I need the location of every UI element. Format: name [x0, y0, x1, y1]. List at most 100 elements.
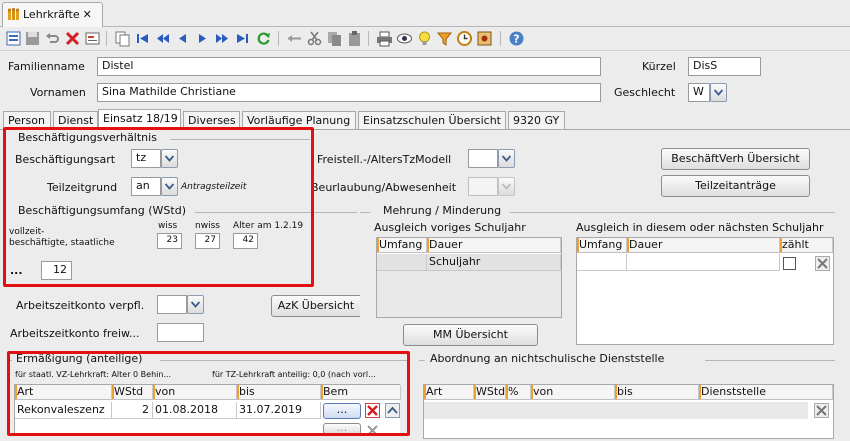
clock-icon[interactable]: [456, 30, 473, 47]
geschlecht-label: Geschlecht: [614, 86, 676, 99]
last-record-icon[interactable]: [234, 30, 251, 47]
arbeitszeitkonto-freiw-label: Arbeitszeitkonto freiw...: [10, 327, 140, 340]
close-tab-icon[interactable]: ✕: [83, 8, 92, 21]
azk-uebersicht-button[interactable]: AzK Übersicht: [271, 295, 360, 317]
table-row-dauer[interactable]: Schuljahr: [427, 254, 561, 271]
timetable-icon[interactable]: [476, 30, 493, 47]
freistell-dropdown-button[interactable]: [498, 149, 515, 168]
geschlecht-select[interactable]: W: [688, 83, 710, 102]
ausgleich-diesem-table[interactable]: Umfang Dauer zählt: [576, 237, 834, 345]
mm-uebersicht-button[interactable]: MM Übersicht: [403, 324, 538, 346]
beschaeftverh-uebersicht-button[interactable]: BeschäftVerh Übersicht: [661, 148, 810, 170]
tab-vorlaeufige-planung[interactable]: Vorläufige Planung: [242, 111, 356, 129]
col-dauer[interactable]: Dauer: [627, 238, 780, 253]
chevron-down-icon: [502, 183, 511, 190]
col-wstd[interactable]: WStd: [112, 385, 153, 400]
preview-icon[interactable]: [396, 30, 413, 47]
col-von[interactable]: von: [153, 385, 237, 400]
col-prozent[interactable]: %: [506, 385, 531, 400]
col-art[interactable]: Art: [424, 385, 474, 400]
arbeitszeitkonto-verpfl-select[interactable]: [157, 295, 187, 314]
first-record-icon[interactable]: [134, 30, 151, 47]
table-row-umfang[interactable]: [577, 254, 627, 271]
copy-icon[interactable]: [114, 30, 131, 47]
delete-row-icon[interactable]: [365, 423, 380, 435]
delete-row-icon[interactable]: [815, 256, 830, 271]
chevron-down-icon: [165, 183, 174, 190]
print-icon[interactable]: [376, 30, 393, 47]
tab-person[interactable]: Person: [3, 111, 51, 129]
document-tab-lehrkraefte[interactable]: Lehrkräfte ✕: [2, 2, 103, 27]
back-arrow-icon[interactable]: [286, 30, 303, 47]
ermaessigung-note-vz: für staatl. VZ-Lehrkraft: Alter 0 Behin.…: [15, 370, 172, 379]
umfang-total-field[interactable]: 12: [41, 261, 72, 280]
previous-record-icon[interactable]: [174, 30, 191, 47]
arbeitszeitkonto-freiw-field[interactable]: [157, 323, 204, 342]
save-icon[interactable]: [24, 30, 41, 47]
cell-von[interactable]: 01.08.2018: [153, 402, 237, 419]
copy-page-icon[interactable]: [326, 30, 343, 47]
ausgleich-voriges-title: Ausgleich voriges Schuljahr: [374, 221, 526, 234]
col-wstd[interactable]: WStd: [474, 385, 506, 400]
arbeitszeitkonto-verpfl-dropdown-button[interactable]: [187, 295, 204, 314]
beschaeftigungsart-select[interactable]: tz: [131, 149, 161, 168]
hint-bulb-icon[interactable]: [416, 30, 433, 47]
ermaessigung-table[interactable]: Art WStd von bis Bem Rekonvaleszenz 2 01…: [14, 384, 401, 436]
tab-diverses[interactable]: Diverses: [183, 111, 240, 129]
refresh-icon[interactable]: [255, 30, 272, 47]
wiss-label: wiss: [158, 221, 178, 231]
col-dauer[interactable]: Dauer: [427, 238, 561, 253]
teilzeitantraege-button[interactable]: Teilzeitanträge: [661, 175, 810, 197]
help-icon[interactable]: ?: [508, 30, 525, 47]
tab-9320-gy[interactable]: 9320 GY: [508, 111, 565, 129]
delete-row-icon[interactable]: [814, 403, 829, 418]
delete-icon[interactable]: [64, 30, 81, 47]
col-bem[interactable]: Bem: [321, 385, 401, 400]
col-zaehlt[interactable]: zählt: [780, 238, 833, 253]
delete-row-icon[interactable]: [365, 403, 380, 418]
arbeitszeitkonto-verpfl-label: Arbeitszeitkonto verpfl.: [16, 299, 145, 312]
previous-page-icon[interactable]: [154, 30, 171, 47]
col-bis[interactable]: bis: [237, 385, 321, 400]
mehrung-group-title: Mehrung / Minderung: [383, 204, 502, 217]
teilzeitgrund-select[interactable]: an: [131, 177, 161, 196]
familienname-field[interactable]: Distel: [97, 57, 601, 76]
filter-icon[interactable]: [436, 30, 453, 47]
bem-edit-button[interactable]: ...: [323, 403, 361, 419]
cell-art[interactable]: Rekonvaleszenz: [15, 402, 112, 419]
ausgleich-voriges-table[interactable]: Umfang Dauer Schuljahr: [376, 237, 562, 318]
ausgleich-diesem-title: Ausgleich in diesem oder nächsten Schulj…: [576, 221, 824, 234]
cell-wstd[interactable]: 2: [112, 402, 153, 419]
col-art[interactable]: Art: [15, 385, 112, 400]
bem-edit-button-empty[interactable]: ...: [323, 422, 361, 435]
col-bis[interactable]: bis: [615, 385, 699, 400]
tab-einsatzschulen-uebersicht[interactable]: Einsatzschulen Übersicht: [358, 111, 506, 129]
kuerzel-field[interactable]: DisS: [688, 57, 761, 76]
beschaeftigungsart-dropdown-button[interactable]: [161, 149, 178, 168]
zaehlt-checkbox[interactable]: [783, 257, 796, 270]
next-page-icon[interactable]: [214, 30, 231, 47]
table-row-umfang[interactable]: [377, 254, 427, 271]
properties-icon[interactable]: [84, 30, 101, 47]
col-umfang[interactable]: Umfang: [577, 238, 627, 253]
col-dienststelle[interactable]: Dienststelle: [699, 385, 833, 400]
next-record-icon[interactable]: [194, 30, 211, 47]
vornamen-field[interactable]: Sina Mathilde Christiane: [97, 83, 601, 102]
abordnung-group-title: Abordnung an nichtschulische Dienststell…: [430, 352, 665, 365]
abordnung-table[interactable]: Art WStd % von bis Dienststelle: [423, 384, 834, 439]
tab-dienst[interactable]: Dienst: [53, 111, 98, 129]
tab-einsatz[interactable]: Einsatz 18/19: [98, 109, 181, 129]
geschlecht-dropdown-button[interactable]: [710, 83, 727, 102]
paste-icon[interactable]: [346, 30, 363, 47]
undo-icon[interactable]: [44, 30, 61, 47]
chevron-up-icon[interactable]: [385, 403, 400, 418]
col-von[interactable]: von: [531, 385, 615, 400]
cut-icon[interactable]: [306, 30, 323, 47]
teilzeitgrund-dropdown-button[interactable]: [161, 177, 178, 196]
freistell-select[interactable]: [468, 149, 498, 168]
table-row-dauer[interactable]: [627, 254, 780, 271]
cell-bis[interactable]: 31.07.2019: [237, 402, 321, 419]
col-umfang[interactable]: Umfang: [377, 238, 427, 253]
ermaessigung-group-title: Ermäßigung (anteilige): [16, 352, 143, 365]
new-record-icon[interactable]: [5, 30, 22, 47]
